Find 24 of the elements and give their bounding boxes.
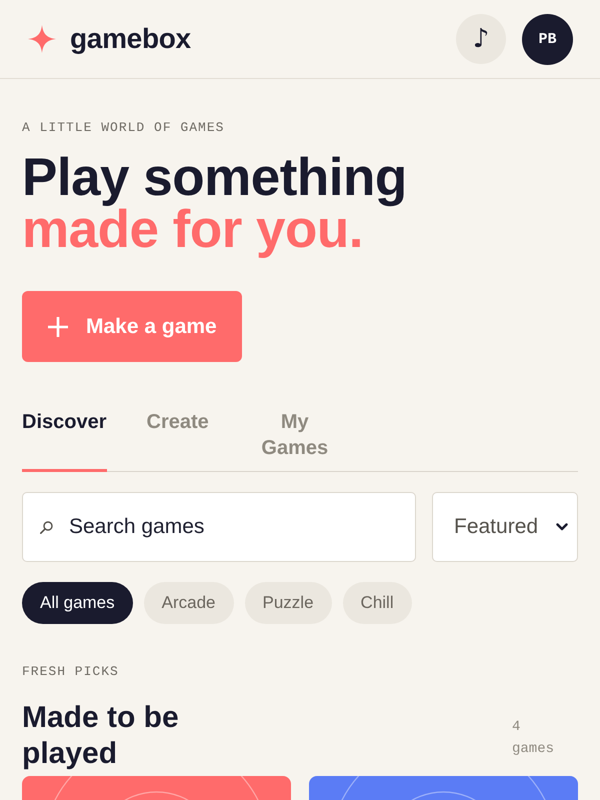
filter-chip[interactable]: Puzzle <box>244 582 332 624</box>
game-count: 4 games <box>512 718 556 759</box>
music-button[interactable]: ♪ <box>456 14 506 64</box>
game-card[interactable] <box>22 776 291 800</box>
eyebrow-text: A LITTLE WORLD OF GAMES <box>22 119 224 137</box>
make-game-button[interactable]: Make a game <box>22 291 242 362</box>
game-card[interactable] <box>309 776 578 800</box>
plus-icon <box>48 316 68 336</box>
section-title: Made to be played <box>22 700 180 772</box>
tab[interactable]: Discover <box>22 409 106 472</box>
section-eyebrow: FRESH PICKS <box>22 664 119 680</box>
search-icon <box>40 521 53 534</box>
filter-chip[interactable]: Chill <box>342 582 412 624</box>
tab[interactable]: Create <box>146 409 209 472</box>
tab[interactable]: My Games <box>248 409 341 472</box>
chevron-icon <box>556 523 568 531</box>
brand-name: gamebox <box>70 23 191 55</box>
sparkle-icon <box>28 25 56 53</box>
filter-chip[interactable]: Arcade <box>144 582 234 624</box>
sort-dropdown[interactable]: Featured <box>432 492 578 562</box>
headline: Play something <box>22 152 407 204</box>
profile-avatar[interactable]: PB <box>522 14 573 64</box>
filter-chip[interactable]: All games <box>22 582 133 624</box>
search-field[interactable]: Search games <box>22 492 416 562</box>
